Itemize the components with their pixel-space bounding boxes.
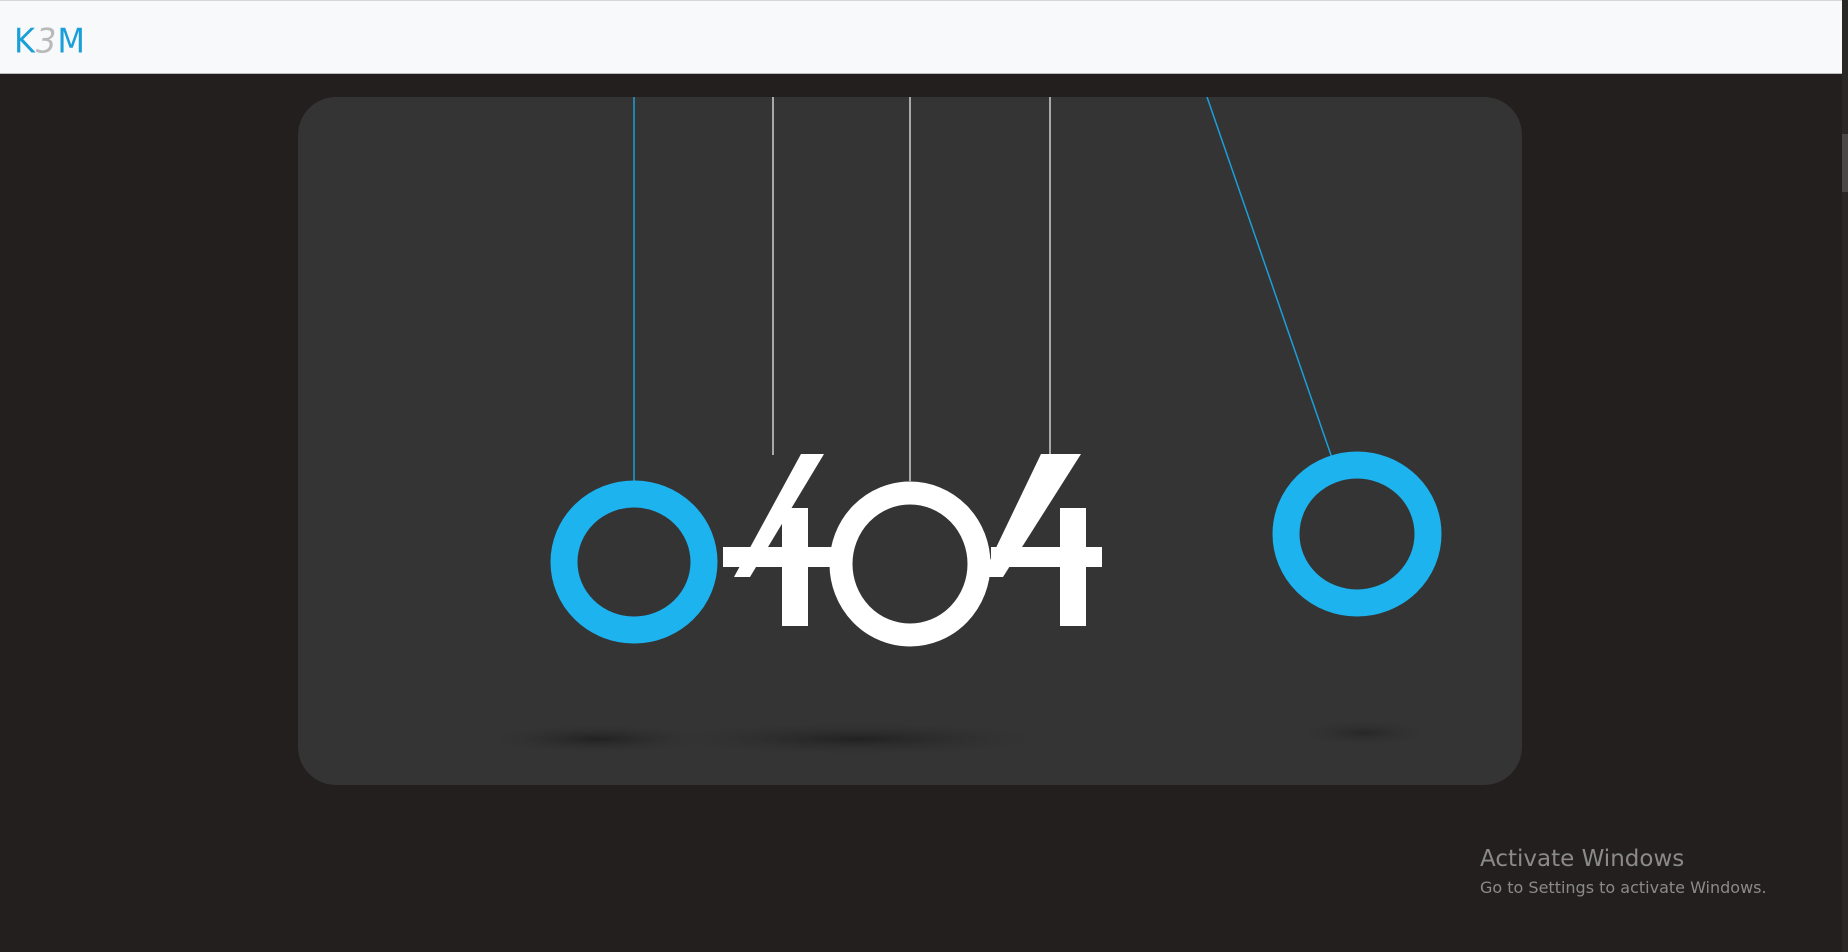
top-navbar: K3M [0,0,1842,74]
brand-letter-3: 3 [35,21,58,61]
brand-letter-k: K [14,21,36,61]
activate-windows-watermark: Activate Windows Go to Settings to activ… [1480,844,1767,900]
activate-windows-subtitle: Go to Settings to activate Windows. [1480,878,1767,897]
activate-windows-title: Activate Windows [1480,846,1685,872]
blue-ring-ball-left [550,480,718,644]
scrollbar-thumb[interactable] [1842,134,1848,192]
cradle-shadow [648,721,1068,757]
digit-four-right [982,454,1102,626]
digit-four-left [723,454,838,626]
brand-logo[interactable]: K3M [14,22,86,60]
digit-zero [829,481,991,647]
error-404-illustration-card [298,97,1522,785]
brand-letter-m: M [57,21,86,61]
swinging-ball-shadow [1292,719,1436,747]
newtons-cradle-404-illustration [478,97,1442,757]
pendulum-string-5 [1206,97,1333,459]
blue-ring-ball-right [1272,451,1442,617]
